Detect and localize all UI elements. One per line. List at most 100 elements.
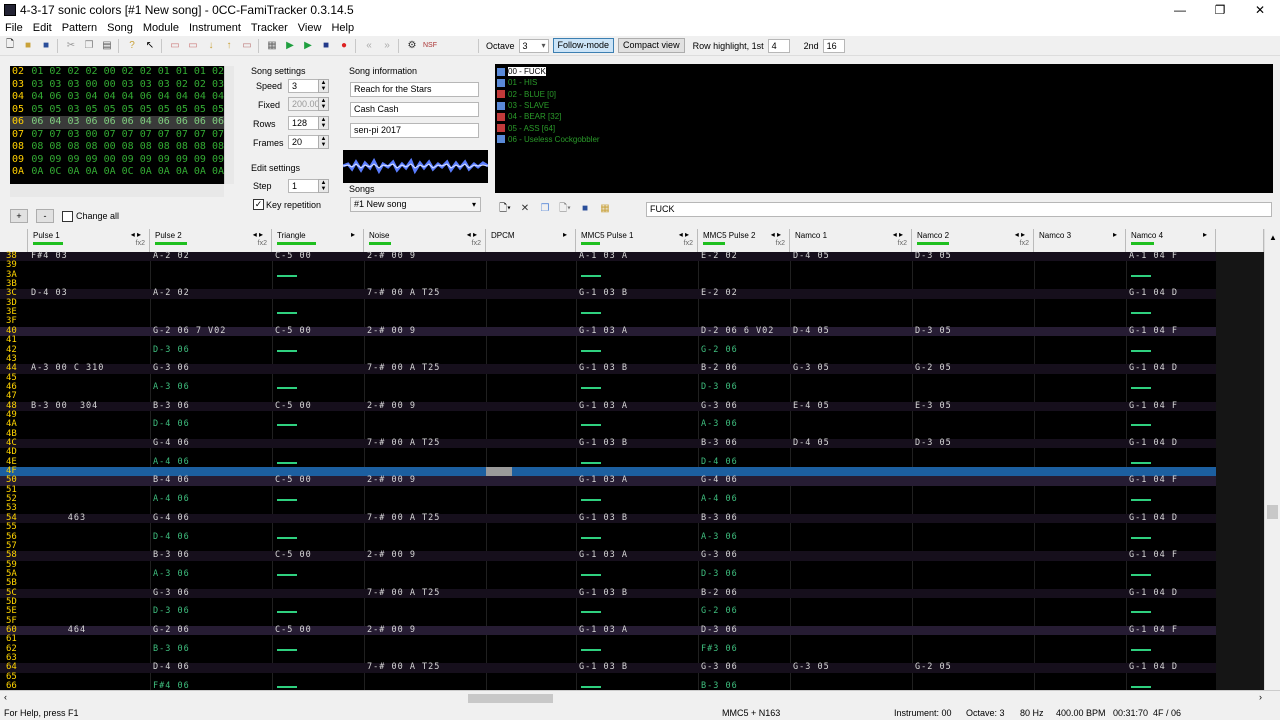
pattern-cell[interactable]: G-1 04 D	[1129, 513, 1178, 523]
pattern-cell[interactable]: G-1 03 B	[579, 289, 628, 299]
remove-frame-button[interactable]: -	[36, 209, 54, 223]
pattern-row[interactable]: 3E	[0, 307, 1216, 317]
pattern-row[interactable]: 4E A-4 06 D-4 06	[0, 457, 1216, 467]
menu-tracker[interactable]: Tracker	[246, 20, 293, 36]
pattern-cell[interactable]: G-2 06 7 V02	[153, 326, 226, 336]
pattern-row[interactable]: 48 B-3 00 304 B-3 06 C-5 00 2-# 00 9 G-1 03 A…	[0, 401, 1216, 411]
instrument-list[interactable]: 00 - FUCK 01 - HIS 02 - BLUE [0] 03 - SL…	[495, 64, 1273, 193]
frames-field[interactable]: 20	[288, 135, 319, 149]
pattern-cell[interactable]: G-3 06	[153, 363, 190, 373]
pattern-row[interactable]: 4C G-4 06 7-# 00 A T25 G-1 03 B B-3 06 D-4 05…	[0, 438, 1216, 449]
pattern-cell[interactable]: A-3 00 C 310	[31, 363, 104, 373]
fixed-tempo-spinner[interactable]: ▲ ▼	[318, 97, 329, 111]
new-file-icon[interactable]: 🗋	[2, 38, 18, 54]
next-song-icon[interactable]: »	[379, 38, 395, 54]
pattern-cell[interactable]: G-3 05	[793, 663, 830, 673]
channel-header[interactable]: Namco 3 ▸	[1034, 229, 1126, 252]
menu-edit[interactable]: Edit	[28, 20, 57, 36]
pattern-cell[interactable]: 2-# 00 9	[367, 625, 416, 635]
instrument-item[interactable]: 05 - ASS [64]	[495, 122, 1273, 133]
save-icon[interactable]: ■	[38, 38, 54, 54]
channel-arrows-icon[interactable]: ▸	[563, 230, 567, 239]
pattern-row[interactable]: 39	[0, 260, 1216, 270]
pattern-cell[interactable]: C-5 00	[275, 326, 312, 336]
pattern-cell[interactable]: B-3 06	[153, 550, 190, 560]
pattern-cell[interactable]: D-3 06	[701, 625, 738, 635]
pattern-cell[interactable]: G-3 05	[793, 363, 830, 373]
pattern-cell[interactable]: B-3 06	[701, 681, 738, 690]
record-icon[interactable]: ●	[336, 38, 352, 54]
step-spinner[interactable]: ▲ ▼	[318, 179, 329, 193]
pattern-cell[interactable]: B-3 06	[153, 401, 190, 411]
pattern-cell[interactable]: G-1 04 D	[1129, 663, 1178, 673]
instrument-item[interactable]: 00 - FUCK	[495, 66, 1273, 77]
pattern-row[interactable]: 58 B-3 06 C-5 00 2-# 00 9 G-1 03 A G-3 06 G-1 …	[0, 550, 1216, 561]
change-all-checkbox[interactable]	[62, 210, 73, 222]
pattern-cell[interactable]: G-1 03 B	[579, 438, 628, 448]
pattern-cell[interactable]: D-4 05	[793, 326, 830, 336]
frame-row[interactable]: 09 09 09 09 09 00 09 09 09 09 09 09	[10, 154, 224, 167]
pattern-cell[interactable]: D-4 05	[793, 438, 830, 448]
pattern-cell[interactable]: G-1 04 D	[1129, 363, 1178, 373]
pattern-cell[interactable]: 7-# 00 A T25	[367, 438, 440, 448]
rows-field[interactable]: 128	[288, 116, 319, 130]
instrument-name-field[interactable]: FUCK	[646, 202, 1272, 217]
pattern-row[interactable]: 56 D-4 06 A-3 06	[0, 532, 1216, 542]
pattern-cell[interactable]: 464	[31, 625, 86, 635]
cut-icon[interactable]: ✂	[63, 38, 79, 54]
rows-spinner[interactable]: ▲ ▼	[318, 116, 329, 130]
pattern-cell[interactable]: C-5 00	[275, 625, 312, 635]
pattern-row[interactable]: 5C G-3 06 7-# 00 A T25 G-1 03 B B-2 06 G-1 04…	[0, 588, 1216, 598]
pattern-cell[interactable]: G-1 03 B	[579, 363, 628, 373]
pattern-row[interactable]: 54 463 G-4 06 7-# 00 A T25 G-1 03 B B-3 06 G-…	[0, 513, 1216, 524]
pattern-cell[interactable]: A-2 02	[153, 251, 190, 261]
pattern-row[interactable]: 40 G-2 06 7 V02 C-5 00 2-# 00 9 G-1 03 A D-2 …	[0, 326, 1216, 337]
pattern-cell[interactable]: G-2 06	[701, 606, 738, 616]
pattern-cell[interactable]: D-3 06	[701, 569, 738, 579]
pattern-cell[interactable]: D-4 06	[153, 532, 190, 542]
pattern-cell[interactable]: 7-# 00 A T25	[367, 363, 440, 373]
pattern-cell[interactable]: G-1 04 F	[1129, 401, 1178, 411]
maximize-button[interactable]: ❐	[1200, 0, 1240, 20]
pattern-cell[interactable]: G-1 04 D	[1129, 438, 1178, 448]
stop-icon[interactable]: ■	[318, 38, 334, 54]
copy-icon[interactable]: ❐	[81, 38, 97, 54]
pattern-cell[interactable]: B-3 06	[153, 644, 190, 654]
pattern-cell[interactable]: G-4 06	[701, 476, 738, 486]
paste-icon[interactable]: ▤	[99, 38, 115, 54]
nsf-icon[interactable]: NSF	[422, 38, 438, 54]
pattern-cell[interactable]: A-3 06	[153, 569, 190, 579]
pattern-row[interactable]: 62 B-3 06 F#3 06	[0, 644, 1216, 654]
pattern-cell[interactable]: D-4 03	[31, 289, 68, 299]
pattern-cell[interactable]: D-3 06	[153, 606, 190, 616]
songs-dropdown[interactable]: #1 New song	[350, 197, 481, 212]
scroll-up-icon[interactable]: ▲	[1269, 233, 1277, 242]
pattern-row[interactable]: 42 D-3 06 G-2 06	[0, 345, 1216, 355]
pattern-cell[interactable]: 463	[31, 513, 86, 523]
pattern-cell[interactable]: A-1 04 F	[1129, 251, 1178, 261]
pattern-cell[interactable]: F#4 06	[153, 681, 190, 690]
pattern-cell[interactable]: A-3 06	[153, 382, 190, 392]
pattern-row[interactable]: 3A	[0, 270, 1216, 280]
pattern-cell[interactable]: A-3 06	[701, 532, 738, 542]
minimize-button[interactable]: —	[1160, 0, 1200, 20]
follow-mode-button[interactable]: Follow-mode	[552, 38, 615, 53]
channel-arrows-icon[interactable]: ◂ ▸	[893, 230, 903, 239]
pattern-cell[interactable]: D-2 06 6 V02	[701, 326, 774, 336]
channel-header[interactable]: Pulse 1 ◂ ▸ fx2	[28, 229, 150, 252]
channel-arrows-icon[interactable]: ▸	[351, 230, 355, 239]
row-highlight-1st-field[interactable]: 4	[767, 38, 790, 53]
channel-header[interactable]: Pulse 2 ◂ ▸ fx2	[150, 229, 272, 252]
pattern-vertical-scrollbar[interactable]: ▲	[1264, 229, 1280, 690]
pattern-cell[interactable]: C-5 00	[275, 476, 312, 486]
pattern-cell[interactable]: G-4 06	[153, 513, 190, 523]
pattern-cell[interactable]: B-3 06	[701, 438, 738, 448]
octave-select[interactable]: 3	[518, 38, 549, 53]
load-instrument-icon[interactable]: 🗋▾	[557, 202, 573, 216]
pattern-cell[interactable]: G-3 06	[153, 588, 190, 598]
pattern-cell[interactable]: G-2 05	[915, 363, 952, 373]
pattern-cell[interactable]: 2-# 00 9	[367, 476, 416, 486]
pattern-cell[interactable]: 7-# 00 A T25	[367, 588, 440, 598]
channel-arrows-icon[interactable]: ◂ ▸	[467, 230, 477, 239]
pattern-cell[interactable]: G-1 04 F	[1129, 550, 1178, 560]
